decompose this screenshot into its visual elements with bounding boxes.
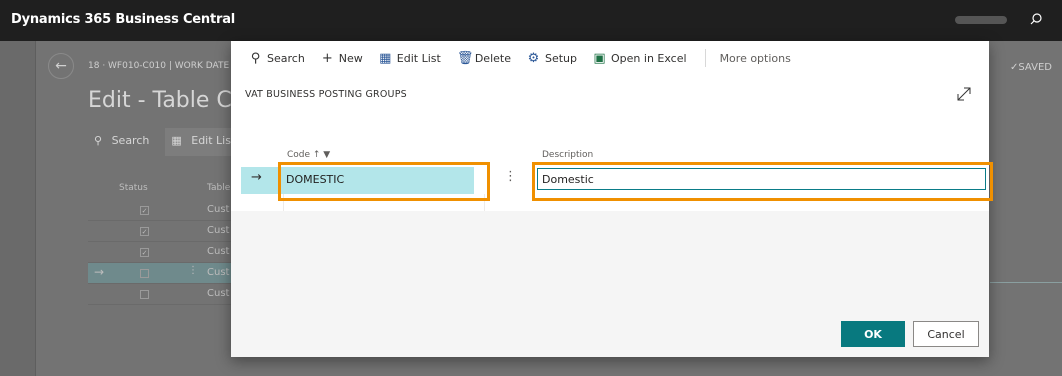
table-row[interactable]: ✓ Cust <box>88 200 238 221</box>
search-icon[interactable] <box>1029 12 1043 26</box>
ok-button[interactable]: OK <box>841 321 905 347</box>
status-checkbox[interactable]: ✓ <box>140 206 149 215</box>
status-checkbox[interactable] <box>140 290 149 299</box>
row-table-text: Cust <box>207 267 230 278</box>
app-header: Dynamics 365 Business Central <box>0 0 1062 41</box>
row-arrow-icon: → <box>251 170 262 185</box>
setup-button[interactable]: ⚙ Setup <box>527 51 577 66</box>
search-button[interactable]: ⚲ Search <box>249 51 305 66</box>
edit-list-label: Edit List <box>396 51 441 65</box>
row-table-text: Cust <box>207 225 230 236</box>
row-menu-icon[interactable]: ⋮ <box>188 265 198 276</box>
delete-button[interactable]: 🗑 Delete <box>457 51 511 66</box>
table-row[interactable]: ✓ Cust <box>88 242 238 263</box>
open-in-excel-label: Open in Excel <box>611 51 687 65</box>
status-checkbox[interactable] <box>140 269 149 278</box>
table-row-selected[interactable]: → ⋮ Cust <box>88 263 238 284</box>
app-title: Dynamics 365 Business Central <box>11 12 236 27</box>
more-options-button[interactable]: More options <box>720 52 791 65</box>
cancel-button[interactable]: Cancel <box>913 321 979 347</box>
highlight-code-box <box>278 162 490 201</box>
highlight-description-box <box>532 162 993 201</box>
new-button[interactable]: + New <box>321 51 363 66</box>
search-label: Search <box>267 51 305 65</box>
bg-search-label: Search <box>111 134 150 147</box>
bg-column-status: Status <box>119 183 148 193</box>
excel-icon: ▣ <box>593 50 606 66</box>
status-checkbox[interactable]: ✓ <box>140 227 149 236</box>
toolbar-separator <box>704 49 706 67</box>
background-toolbar: ⚲ Search ▦ Edit List <box>88 128 248 156</box>
gear-icon: ⚙ <box>527 50 540 66</box>
table-row[interactable]: ✓ Cust <box>88 221 238 242</box>
dialog-toolbar: ⚲ Search + New ▦ Edit List 🗑 Delete ⚙ Se… <box>231 41 989 75</box>
row-table-text: Cust <box>207 204 230 215</box>
plus-icon: + <box>321 50 333 66</box>
bg-search-button[interactable]: ⚲ Search <box>88 128 161 156</box>
column-header-description[interactable]: Description <box>542 150 593 160</box>
open-in-excel-button[interactable]: ▣ Open in Excel <box>593 50 687 66</box>
column-header-code[interactable]: Code ↑ ▼ <box>287 150 330 160</box>
page-title: Edit - Table Co <box>88 88 246 113</box>
row-arrow-icon: → <box>94 265 105 279</box>
setup-label: Setup <box>544 51 578 65</box>
redacted-user-name <box>955 16 1007 24</box>
table-row[interactable]: Cust <box>88 284 238 305</box>
saved-status: ✓SAVED <box>1010 62 1052 73</box>
background-list: ✓ Cust ✓ Cust ✓ Cust → ⋮ Cust Cust <box>88 200 238 305</box>
dialog-caption: VAT BUSINESS POSTING GROUPS <box>245 89 407 100</box>
back-button[interactable]: ← <box>48 53 74 79</box>
search-icon: ⚲ <box>250 50 261 66</box>
row-table-text: Cust <box>207 288 230 299</box>
row-menu-icon[interactable]: ⋮ <box>504 169 517 184</box>
bg-column-table: Table <box>207 183 231 193</box>
navigation-strip <box>0 41 36 376</box>
breadcrumb: 18 · WF010-C010 | WORK DATE <box>88 61 230 71</box>
edit-list-icon: ▦ <box>379 50 392 66</box>
delete-label: Delete <box>474 51 511 65</box>
expand-icon[interactable] <box>955 85 973 103</box>
row-table-text: Cust <box>207 246 230 257</box>
bg-divider <box>990 282 1062 283</box>
new-label: New <box>338 51 363 65</box>
lookup-dialog: ⚲ Search + New ▦ Edit List 🗑 Delete ⚙ Se… <box>231 41 993 357</box>
status-checkbox[interactable]: ✓ <box>140 248 149 257</box>
edit-list-button[interactable]: ▦ Edit List <box>379 51 441 66</box>
trash-icon: 🗑 <box>456 50 474 66</box>
